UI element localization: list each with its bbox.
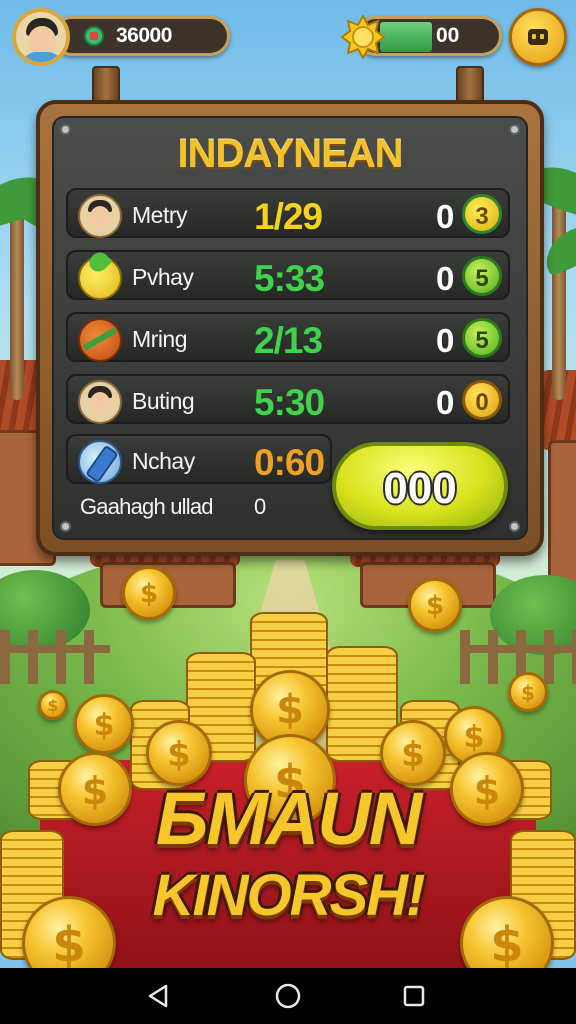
row-badge: 5	[462, 318, 502, 358]
home-icon[interactable]	[272, 980, 304, 1012]
bolt	[60, 521, 71, 532]
leaderboard-row[interactable]: Metry 1/29 0 3	[66, 188, 510, 238]
coin-symbol: $	[47, 696, 59, 715]
fence-rail	[0, 645, 110, 653]
cash-icon	[84, 26, 104, 46]
claim-button-label: 000	[383, 464, 457, 513]
leaderboard-row[interactable]: Nchay 0:60	[66, 434, 332, 484]
player-avatar[interactable]	[12, 8, 70, 66]
coin: $	[122, 566, 176, 620]
banner-line-2: KINORSH!	[152, 863, 426, 928]
footer-value: 0	[254, 494, 267, 519]
row-name: Pvhay	[132, 264, 194, 290]
coin: $	[508, 672, 548, 712]
lime-fruit-icon	[78, 248, 122, 300]
leaderboard-row[interactable]: Mring 2/13 0 5	[66, 312, 510, 362]
row-name: Buting	[132, 388, 195, 414]
cash-value: 36000	[116, 24, 172, 47]
coin-symbol: $	[93, 708, 115, 743]
coin-symbol: $	[425, 591, 445, 621]
coin-symbol: $	[463, 720, 485, 755]
recents-icon[interactable]	[398, 980, 430, 1012]
row-zero: 0	[436, 260, 455, 297]
leaf-shape	[85, 248, 113, 276]
row-badge: 5	[462, 256, 502, 296]
row-name: Nchay	[132, 448, 195, 474]
coin-symbol: $	[167, 735, 191, 775]
back-icon[interactable]	[142, 980, 174, 1012]
player-avatar-icon	[78, 380, 122, 424]
palm-trunk-right	[552, 180, 566, 400]
fence-left	[0, 630, 110, 684]
row-score: 5:30	[254, 382, 325, 423]
coin: $	[74, 694, 134, 754]
fence-rail	[460, 645, 576, 653]
row-score: 5:33	[254, 258, 325, 299]
bolt	[509, 521, 520, 532]
row-name: Metry	[132, 202, 188, 228]
footer-label: Gaahagh ullad	[80, 494, 214, 519]
energy-bar	[380, 22, 432, 52]
ball-icon	[78, 318, 122, 362]
system-nav-bar	[0, 968, 576, 1024]
bottle-shape	[85, 444, 119, 484]
palm-trunk-left	[10, 200, 24, 400]
sun-icon	[341, 15, 385, 59]
menu-button[interactable]	[509, 8, 567, 66]
row-score: 1/29	[254, 196, 323, 237]
avatar-face	[90, 206, 110, 228]
coin-symbol: $	[276, 687, 304, 733]
row-badge: 0	[462, 380, 502, 420]
menu-icon	[528, 29, 548, 45]
row-name: Mring	[132, 326, 188, 352]
hut-right	[548, 440, 576, 596]
coin-symbol: $	[139, 579, 159, 609]
row-zero: 0	[436, 198, 455, 235]
ball-stripe	[82, 327, 118, 351]
coin-symbol: $	[521, 681, 535, 705]
coin: $	[38, 690, 68, 720]
avatar-face	[90, 392, 110, 414]
coin: $	[408, 578, 462, 632]
row-score: 2/13	[254, 320, 323, 361]
leaderboard-row[interactable]: Pvhay 5:33 0 5	[66, 248, 510, 300]
claim-button[interactable]: 000	[332, 442, 508, 530]
coin-symbol: $	[401, 735, 425, 775]
player-avatar-icon	[78, 194, 122, 238]
leaderboard-row[interactable]: Buting 5:30 0 0	[66, 374, 510, 424]
energy-value: 00	[436, 24, 460, 47]
row-badge: 3	[462, 194, 502, 234]
row-zero: 0	[436, 322, 455, 359]
banner-line-1: БМAUN	[155, 777, 422, 860]
row-score: 0:60	[254, 442, 325, 483]
bottle-icon	[78, 440, 122, 484]
row-zero: 0	[436, 384, 455, 421]
board-title: INDAYNEAN	[177, 132, 403, 176]
